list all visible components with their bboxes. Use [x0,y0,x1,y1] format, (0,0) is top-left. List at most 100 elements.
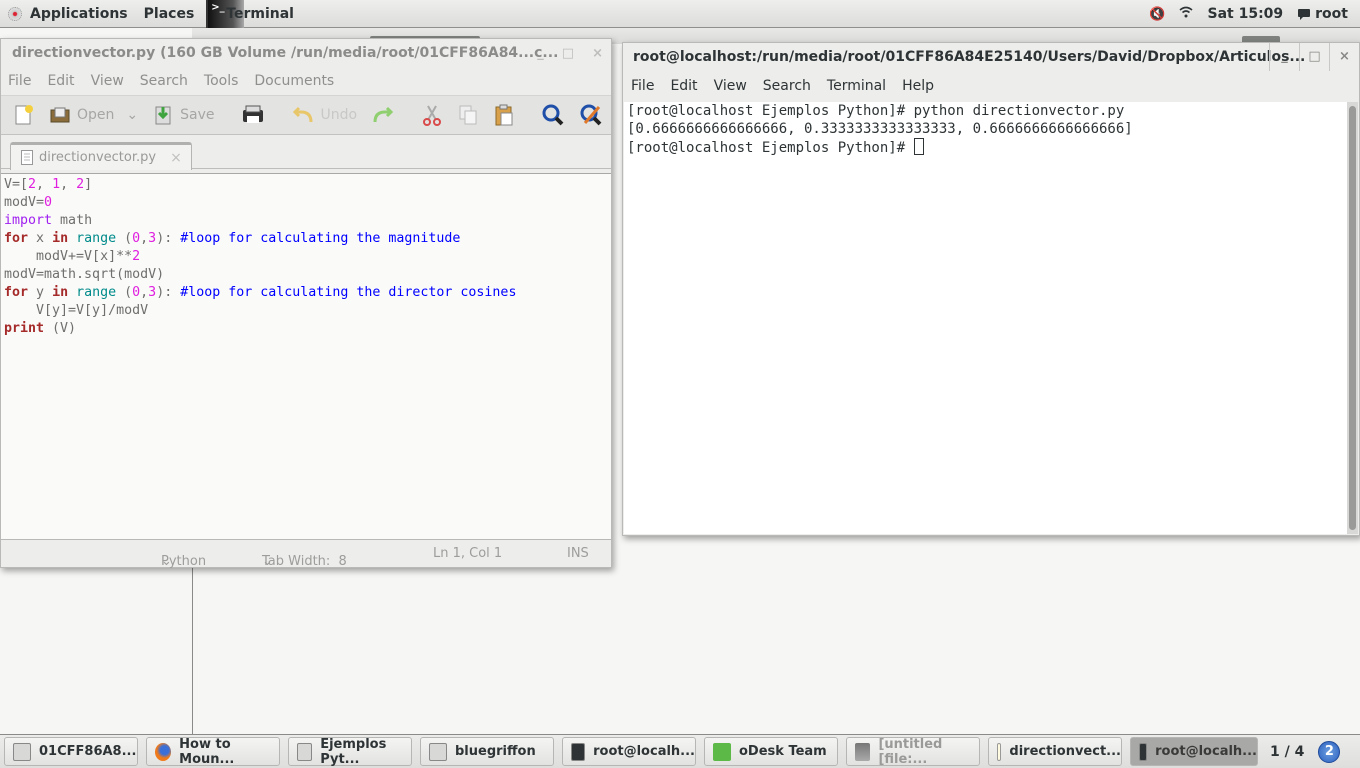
text-editor-icon [997,742,1002,761]
document-tab[interactable]: directionvector.py × [10,142,192,170]
terminal-line: [root@localhost Ejemplos Python]# python… [627,103,1125,119]
menu-view[interactable]: View [91,73,132,89]
file-manager-icon [429,742,447,761]
active-app-label: Terminal [226,5,294,22]
terminal-line: [0.6666666666666666, 0.3333333333333333,… [627,121,1133,137]
menu-edit[interactable]: Edit [670,78,705,94]
close-button[interactable]: × [1329,43,1359,71]
wifi-icon[interactable] [1179,6,1193,22]
gedit-window: directionvector.py (160 GB Volume /run/m… [0,38,612,569]
menu-documents[interactable]: Documents [254,73,342,89]
open-label: Open [77,107,115,123]
user-menu[interactable]: root [1297,6,1348,22]
task-label: [untitled [file:... [878,736,943,767]
close-button[interactable]: × [592,46,603,61]
notification-badge[interactable]: 2 [1318,740,1341,763]
firefox-icon [155,742,172,761]
open-button[interactable]: Open ⌄ [49,104,138,126]
terminal-scrollbar[interactable] [1347,102,1358,534]
menu-file[interactable]: File [8,73,39,89]
file-manager-icon [13,742,31,761]
menu-view[interactable]: View [714,78,755,94]
background-window-divider [192,560,193,735]
maximize-button[interactable]: □ [562,46,574,61]
new-document-button[interactable] [13,104,35,126]
maximize-button[interactable]: □ [1299,43,1329,71]
top-panel: Applications Places >_ Terminal 🔇 Sat 15… [0,0,1360,28]
gedit-toolbar: Open ⌄ Save Undo [1,95,611,135]
terminal-menubar: File Edit View Search Terminal Help [623,71,1359,101]
task-terminal-2[interactable]: root@localh... [1130,737,1258,766]
places-menu[interactable]: Places [136,0,203,28]
gedit-menubar: File Edit View Search Tools Documents [1,67,611,95]
task-label: 01CFF86A8... [39,744,137,759]
chevron-down-icon: ⌄ [161,553,172,569]
menu-tools[interactable]: Tools [204,73,247,89]
terminal-icon [571,742,586,761]
save-icon [155,106,171,125]
menu-file[interactable]: File [631,78,662,94]
gedit-statusbar: Python ⌄ Tab Width: 8 ⌄ Ln 1, Col 1 INS [1,539,611,569]
task-file-manager-01cff[interactable]: 01CFF86A8... [4,737,138,766]
task-label: root@localh... [593,744,695,759]
volume-muted-icon[interactable]: 🔇 [1149,7,1165,22]
menu-search[interactable]: Search [140,73,196,89]
places-label: Places [143,5,195,22]
gedit-titlebar[interactable]: directionvector.py (160 GB Volume /run/m… [1,39,611,67]
task-gimp[interactable]: [untitled [file:... [846,736,980,767]
terminal-window: root@localhost:/run/media/root/01CFF86A8… [622,42,1360,536]
chevron-down-icon: ⌄ [262,553,273,569]
gedit-title: directionvector.py (160 GB Volume /run/m… [12,45,559,61]
task-firefox[interactable]: How to Moun... [146,736,280,767]
chat-bubble-icon [1298,8,1311,20]
paste-button[interactable] [493,104,515,126]
terminal-cursor [913,138,924,155]
menu-terminal[interactable]: Terminal [827,78,894,94]
undo-label: Undo [320,107,358,123]
workspace-switcher[interactable]: 1 / 4 [1270,744,1304,760]
save-button[interactable]: Save [152,104,215,126]
clock[interactable]: Sat 15:09 [1207,6,1283,22]
printer-icon [242,105,263,123]
applications-label: Applications [30,5,128,22]
terminal-icon [1139,742,1148,761]
code-editor[interactable]: V=[2, 1, 2] modV=0 import math for x in ran… [1,173,611,539]
gimp-icon [855,742,871,761]
code-line: V=[2, 1, 2] [4,177,93,192]
find-replace-button[interactable] [579,103,603,127]
open-dropdown-chevron-icon[interactable]: ⌄ [126,107,138,123]
file-manager-icon [297,742,313,761]
copy-icon [459,105,477,125]
terminal-output[interactable]: [root@localhost Ejemplos Python]# python… [624,102,1348,534]
undo-button[interactable]: Undo [291,104,358,126]
menu-search[interactable]: Search [763,78,819,94]
user-label: root [1315,6,1348,22]
minimize-button[interactable]: _ [537,46,544,61]
document-tabs: directionvector.py × [1,135,611,170]
copy-button[interactable] [457,104,479,126]
task-terminal-1[interactable]: root@localh... [562,737,696,766]
task-label: How to Moun... [179,736,235,767]
menu-help[interactable]: Help [902,78,942,94]
applications-menu[interactable]: Applications [0,0,136,28]
cut-button[interactable] [421,104,443,126]
task-file-manager-bluegriffon[interactable]: bluegriffon [420,737,554,766]
task-odesk[interactable]: oDesk Team [704,737,838,766]
menu-edit[interactable]: Edit [47,73,82,89]
print-button[interactable] [241,104,265,126]
task-text-editor[interactable]: directionvect... [988,737,1122,766]
task-label: root@localh... [1155,744,1257,759]
paste-icon [495,104,513,126]
find-button[interactable] [541,103,565,127]
minimize-button[interactable]: _ [1269,43,1299,71]
close-tab-icon[interactable]: × [170,150,182,166]
search-replace-icon [580,104,602,126]
code-line: V[y]=V[y]/modV [4,303,149,318]
scrollbar-thumb[interactable] [1349,106,1356,530]
redo-button[interactable] [371,104,395,126]
taskbar: 01CFF86A8... How to Moun... Ejemplos Pyt… [0,735,1360,768]
active-app-menu[interactable]: >_ Terminal [202,0,302,28]
search-icon [542,104,564,126]
task-file-manager-ejemplos[interactable]: Ejemplos Pyt... [288,737,412,767]
terminal-titlebar[interactable]: root@localhost:/run/media/root/01CFF86A8… [623,43,1359,71]
